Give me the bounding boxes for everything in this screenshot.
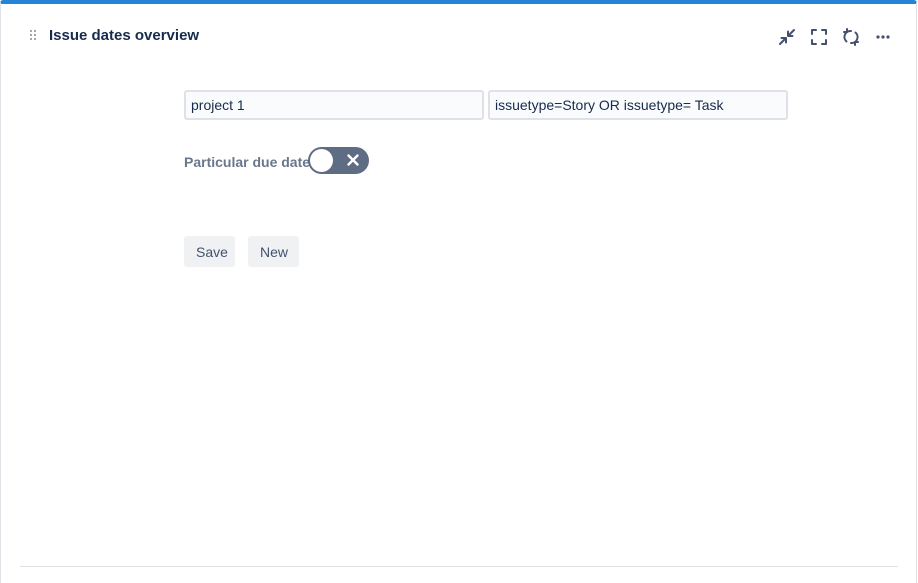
jql-query-input[interactable] [488,90,788,120]
drag-handle-icon[interactable] [28,28,38,42]
toggle-knob [310,149,333,172]
close-icon [346,153,360,167]
gadget-container: Issue dates overview project 1 issuetype… [0,0,917,583]
refresh-icon[interactable] [840,26,862,48]
more-icon[interactable] [872,26,894,48]
particular-due-date-label: Particular due date [184,154,311,170]
minimize-icon[interactable] [776,26,798,48]
fullscreen-icon[interactable] [808,26,830,48]
particular-due-date-toggle[interactable] [308,147,369,174]
save-button[interactable]: Save [184,236,235,267]
project-input[interactable] [184,90,484,120]
gadget-title: Issue dates overview [49,27,200,44]
footer-divider [20,566,898,567]
new-button[interactable]: New [248,236,299,267]
